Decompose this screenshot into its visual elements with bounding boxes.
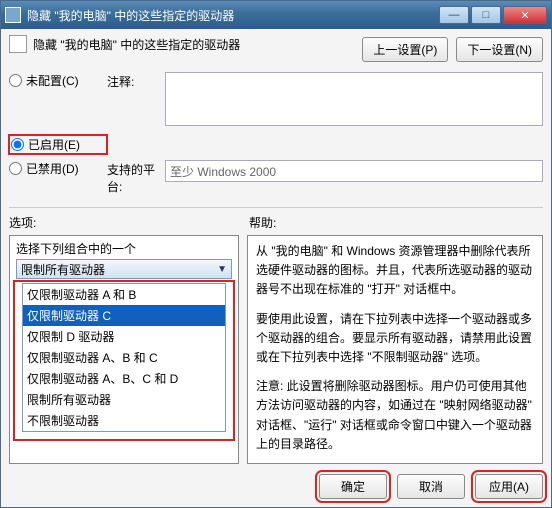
radio-disabled-input[interactable] [9, 162, 22, 175]
list-item[interactable]: 仅限制驱动器 A、B 和 C [23, 347, 225, 368]
platform-value: 至少 Windows 2000 [170, 165, 276, 179]
comment-textarea[interactable] [165, 72, 543, 126]
policy-icon [9, 35, 27, 53]
combo-dropdown[interactable]: 限制所有驱动器 ▼ [16, 259, 232, 279]
window-title: 隐藏 "我的电脑" 中的这些指定的驱动器 [27, 7, 437, 24]
help-pane: 从 "我的电脑" 和 Windows 资源管理器中删除代表所选硬件驱动器的图标。… [247, 235, 543, 464]
radio-enabled-input[interactable] [11, 138, 24, 151]
list-item[interactable]: 仅限制驱动器 A 和 B [23, 284, 225, 305]
comment-label: 注释: [107, 72, 165, 90]
options-label: 选项: [9, 214, 249, 231]
list-item[interactable]: 不限制驱动器 [23, 410, 225, 431]
radio-unconfigured-input[interactable] [9, 74, 22, 87]
list-item[interactable]: 限制所有驱动器 [23, 389, 225, 410]
titlebar: 隐藏 "我的电脑" 中的这些指定的驱动器 — □ ✕ [1, 1, 551, 29]
help-label: 帮助: [249, 214, 276, 231]
next-setting-button[interactable]: 下一设置(N) [456, 37, 543, 62]
options-pane: 选择下列组合中的一个 限制所有驱动器 ▼ 仅限制驱动器 A 和 B仅限制驱动器 … [9, 235, 239, 464]
radio-disabled[interactable]: 已禁用(D) [9, 160, 107, 177]
prev-setting-button[interactable]: 上一设置(P) [362, 37, 448, 62]
close-button[interactable]: ✕ [503, 6, 547, 24]
chevron-down-icon: ▼ [217, 264, 227, 275]
ok-button[interactable]: 确定 [319, 474, 387, 499]
policy-subtitle: 隐藏 "我的电脑" 中的这些指定的驱动器 [33, 36, 240, 53]
radio-unconfigured-label: 未配置(C) [26, 72, 79, 89]
platform-field: 至少 Windows 2000 [165, 160, 543, 182]
list-item[interactable]: 仅限制驱动器 C [23, 305, 225, 326]
minimize-button[interactable]: — [439, 6, 469, 24]
help-p2: 要使用此设置，请在下拉列表中选择一个驱动器或多个驱动器的组合。要显示所有驱动器，… [256, 310, 534, 368]
divider [9, 207, 543, 208]
maximize-button[interactable]: □ [471, 6, 501, 24]
list-item[interactable]: 仅限制 D 驱动器 [23, 326, 225, 347]
apply-button[interactable]: 应用(A) [475, 474, 543, 499]
dropdown-selected: 限制所有驱动器 [21, 261, 105, 278]
list-item[interactable]: 仅限制驱动器 A、B、C 和 D [23, 368, 225, 389]
help-p1: 从 "我的电脑" 和 Windows 资源管理器中删除代表所选硬件驱动器的图标。… [256, 242, 534, 300]
radio-disabled-label: 已禁用(D) [26, 160, 79, 177]
app-icon [5, 7, 21, 23]
help-p3: 注意: 此设置将删除驱动器图标。用户仍可使用其他方法访问驱动器的内容，如通过在 … [256, 377, 534, 454]
radio-unconfigured[interactable]: 未配置(C) [9, 72, 107, 89]
options-listbox[interactable]: 仅限制驱动器 A 和 B仅限制驱动器 C仅限制 D 驱动器仅限制驱动器 A、B … [22, 283, 226, 432]
dropdown-label: 选择下列组合中的一个 [10, 236, 238, 259]
radio-enabled[interactable]: 已启用(E) [9, 135, 107, 154]
radio-enabled-label: 已启用(E) [28, 136, 80, 153]
cancel-button[interactable]: 取消 [397, 474, 465, 499]
platform-label: 支持的平台: [107, 160, 165, 195]
